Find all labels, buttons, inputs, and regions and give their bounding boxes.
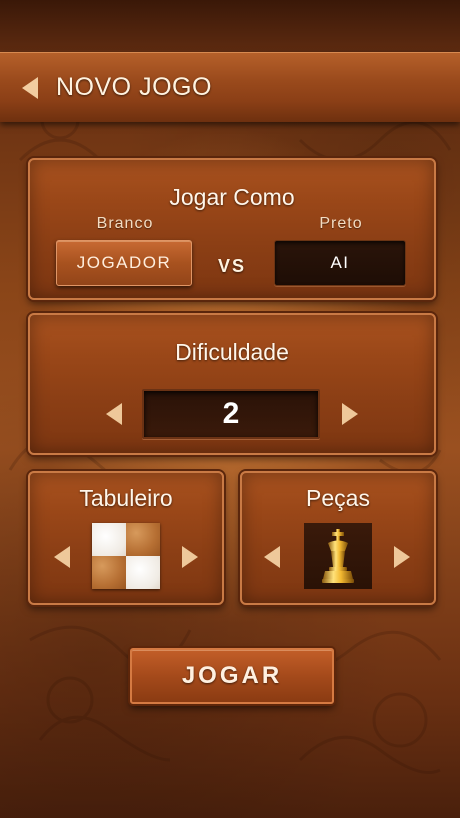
white-label: Branco (96, 215, 154, 232)
pieces-prev-icon[interactable] (264, 546, 280, 568)
page-title: NOVO JOGO (56, 73, 212, 101)
board-square-dark (126, 523, 160, 556)
top-status-strip (0, 0, 460, 50)
king-piece-icon (304, 523, 372, 589)
difficulty-title: Dificuldade (175, 339, 289, 365)
vs-label: VS (218, 256, 247, 276)
black-label: Preto (319, 215, 363, 232)
board-square-dark (92, 556, 126, 589)
header-bar: NOVO JOGO (0, 52, 460, 122)
difficulty-panel: Dificuldade 2 (28, 313, 436, 455)
board-title: Tabuleiro (79, 485, 173, 511)
pieces-title: Peças (306, 485, 370, 511)
play-as-title: Jogar Como (169, 184, 295, 210)
pieces-next-icon[interactable] (394, 546, 410, 568)
difficulty-next-icon[interactable] (342, 403, 358, 425)
board-square-light (126, 556, 160, 589)
pieces-panel: Peças (240, 471, 436, 605)
board-square-light (92, 523, 126, 556)
chevron-left-icon[interactable] (22, 76, 38, 99)
king-piece-svg (322, 529, 354, 583)
board-preview-icon (92, 523, 160, 589)
board-next-icon[interactable] (182, 546, 198, 568)
play-button[interactable]: JOGAR (130, 648, 334, 704)
difficulty-prev-icon[interactable] (106, 403, 122, 425)
white-player-button[interactable]: JOGADOR (56, 240, 192, 286)
play-as-panel: Jogar Como Branco Preto JOGADOR VS AI (28, 158, 436, 300)
board-prev-icon[interactable] (54, 546, 70, 568)
board-panel: Tabuleiro (28, 471, 224, 605)
black-player-button[interactable]: AI (274, 240, 406, 286)
difficulty-value: 2 (142, 389, 320, 439)
